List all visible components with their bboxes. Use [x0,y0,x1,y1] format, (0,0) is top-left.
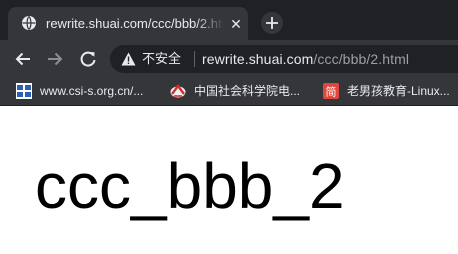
reload-icon[interactable] [78,49,98,69]
page-heading: ccc_bbb_2 [35,150,345,222]
bookmarks-bar: www.csi-s.org.cn/... 中国社会科学院电... 简 老男孩教育… [0,77,458,106]
bookmark-cass[interactable]: 中国社会科学院电... [170,81,310,101]
bookmark-oldboy[interactable]: 简 老男孩教育-Linux... [323,81,458,101]
address-bar[interactable]: 不安全 rewrite.shuai.com/ccc/bbb/2.html [110,45,458,73]
bookmark-label: www.csi-s.org.cn/... [40,84,144,98]
globe-icon [22,16,36,30]
browser-toolbar: 不安全 rewrite.shuai.com/ccc/bbb/2.html [0,40,458,77]
csi-logo-icon [16,83,32,99]
security-label[interactable]: 不安全 [142,50,181,68]
warning-triangle-icon[interactable] [121,52,136,66]
close-icon[interactable]: ✕ [228,16,244,32]
new-tab-button[interactable] [261,12,283,34]
bookmark-label: 中国社会科学院电... [194,84,301,98]
tab-title: rewrite.shuai.com/ccc/bbb/2.html [46,16,224,31]
page-content: ccc_bbb_2 [0,107,458,254]
bookmark-label: 老男孩教育-Linux... [347,84,450,98]
jian-logo-icon: 简 [323,83,339,99]
tab-strip: rewrite.shuai.com/ccc/bbb/2.html ✕ [0,0,458,40]
cass-logo-icon [170,84,186,98]
url-path: /ccc/bbb/2.html [313,51,410,67]
url-text[interactable]: rewrite.shuai.com/ccc/bbb/2.html [202,50,409,68]
omnibox-divider [194,51,195,67]
arrow-left-icon[interactable] [13,49,33,69]
url-host: rewrite.shuai.com [202,51,314,67]
jian-glyph: 简 [326,85,337,99]
arrow-right-icon[interactable] [45,49,65,69]
browser-tab[interactable]: rewrite.shuai.com/ccc/bbb/2.html ✕ [8,7,248,40]
bookmark-csi[interactable]: www.csi-s.org.cn/... [16,81,156,101]
plus-icon [266,17,278,29]
